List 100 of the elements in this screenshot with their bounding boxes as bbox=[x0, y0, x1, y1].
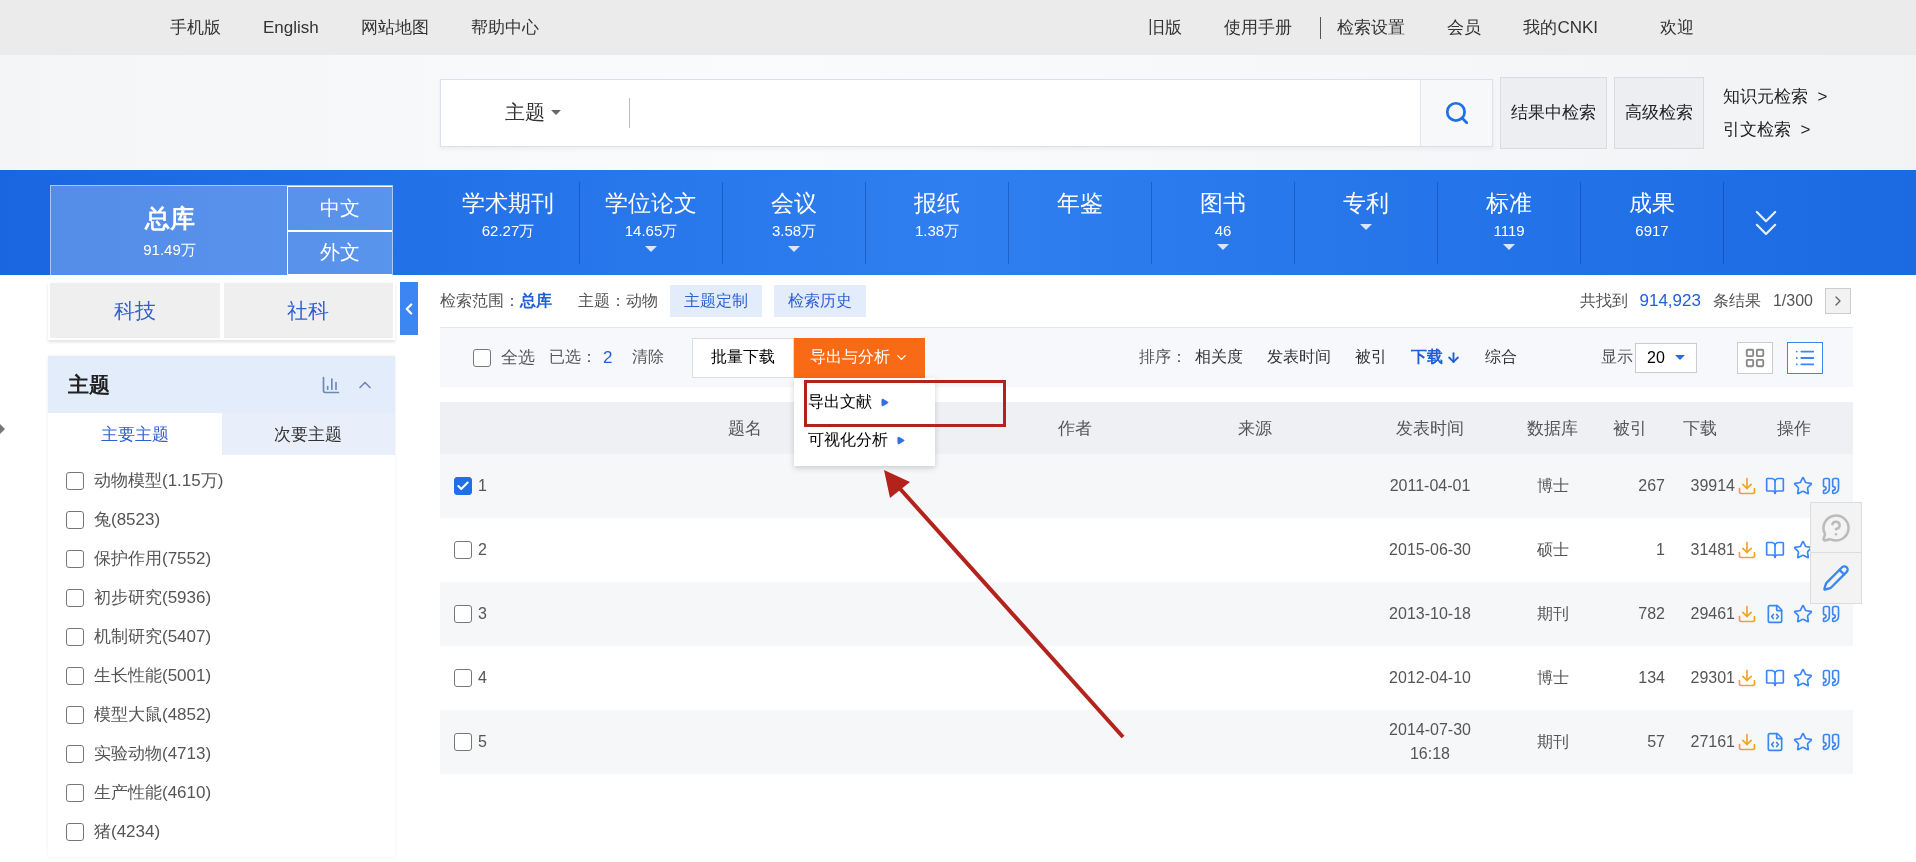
download-icon[interactable] bbox=[1737, 604, 1757, 624]
top-link[interactable]: 旧版 bbox=[1148, 16, 1183, 39]
facet-option[interactable]: 猪(4234) bbox=[66, 820, 377, 843]
sort-option[interactable]: 相关度 bbox=[1195, 347, 1243, 368]
category-button[interactable]: 社科 bbox=[223, 283, 393, 338]
checkbox[interactable] bbox=[454, 477, 472, 495]
star-icon[interactable] bbox=[1793, 540, 1813, 560]
top-link[interactable]: 网站地图 bbox=[360, 16, 429, 39]
select-all[interactable]: 全选 bbox=[473, 346, 535, 369]
sort-option[interactable]: 发表时间 bbox=[1267, 347, 1331, 368]
scope-button[interactable]: 主题定制 bbox=[670, 285, 762, 317]
facet-option[interactable]: 保护作用(7552) bbox=[66, 547, 377, 570]
database-tab[interactable]: 报纸 1.38万 bbox=[866, 181, 1009, 264]
star-icon[interactable] bbox=[1793, 668, 1813, 688]
file-code-icon[interactable] bbox=[1765, 604, 1785, 624]
row-number[interactable]: 4 bbox=[440, 669, 500, 687]
database-tab[interactable]: 年鉴 bbox=[1009, 181, 1152, 264]
star-icon[interactable] bbox=[1793, 476, 1813, 496]
quote-icon[interactable] bbox=[1821, 476, 1841, 496]
page-size-select[interactable]: 20 bbox=[1635, 342, 1697, 373]
database-tab[interactable]: 图书 46 bbox=[1152, 181, 1295, 264]
search-option-button[interactable]: 高级检索 bbox=[1614, 76, 1704, 149]
sort-option[interactable]: 被引 bbox=[1355, 347, 1387, 368]
facet-option[interactable]: 初步研究(5936) bbox=[66, 586, 377, 609]
menu-item[interactable]: 导出文献 bbox=[794, 383, 936, 422]
next-page-button[interactable] bbox=[1825, 288, 1851, 314]
checkbox[interactable] bbox=[454, 605, 472, 623]
download-icon[interactable] bbox=[1737, 668, 1757, 688]
search-link[interactable]: 知识元检索 > bbox=[1723, 84, 1828, 108]
facet-option[interactable]: 兔(8523) bbox=[66, 508, 377, 531]
download-icon[interactable] bbox=[1737, 476, 1757, 496]
download-icon[interactable] bbox=[1737, 540, 1757, 560]
book-icon[interactable] bbox=[1765, 540, 1785, 560]
facet-option[interactable]: 机制研究(5407) bbox=[66, 625, 377, 648]
top-link[interactable]: 会员 bbox=[1447, 16, 1482, 39]
facet-option[interactable]: 模型大鼠(4852) bbox=[66, 703, 377, 726]
search-option-button[interactable]: 结果中检索 bbox=[1500, 76, 1607, 149]
checkbox[interactable] bbox=[66, 666, 84, 685]
database-tab[interactable]: 成果 6917 bbox=[1581, 181, 1724, 264]
chart-icon[interactable] bbox=[321, 374, 341, 395]
clear-link[interactable]: 清除 bbox=[632, 347, 665, 368]
download-icon[interactable] bbox=[1737, 732, 1757, 752]
list-view-button[interactable] bbox=[1787, 341, 1823, 374]
database-tab[interactable]: 学术期刊 62.27万 bbox=[437, 181, 580, 264]
checkbox[interactable] bbox=[66, 705, 84, 724]
star-icon[interactable] bbox=[1793, 732, 1813, 752]
result-count: 914,923 bbox=[1639, 291, 1701, 311]
checkbox[interactable] bbox=[66, 510, 84, 529]
row-number[interactable]: 2 bbox=[440, 541, 500, 559]
row-number[interactable]: 3 bbox=[440, 605, 500, 623]
file-code-icon[interactable] bbox=[1765, 732, 1785, 752]
checkbox[interactable] bbox=[454, 541, 472, 559]
book-icon[interactable] bbox=[1765, 476, 1785, 496]
top-link[interactable]: 我的CNKI bbox=[1523, 16, 1598, 39]
sort-option[interactable]: 综合 bbox=[1485, 347, 1517, 368]
facet-option[interactable]: 生长性能(5001) bbox=[66, 664, 377, 687]
star-icon[interactable] bbox=[1793, 604, 1813, 624]
facet-tab[interactable]: 次要主题 bbox=[221, 413, 395, 455]
menu-item[interactable]: 可视化分析 bbox=[794, 421, 936, 460]
facet-option[interactable]: 实验动物(4713) bbox=[66, 742, 377, 765]
book-icon[interactable] bbox=[1765, 668, 1785, 688]
sort-option[interactable]: 下载 bbox=[1411, 347, 1461, 368]
facet-option[interactable]: 动物模型(1.15万) bbox=[66, 469, 377, 492]
result-label: 条结果 bbox=[1712, 290, 1761, 311]
database-tab[interactable]: 标准 1119 bbox=[1438, 181, 1581, 264]
checkbox[interactable] bbox=[454, 733, 472, 751]
checkbox[interactable] bbox=[473, 348, 491, 367]
edge-handle-icon[interactable] bbox=[0, 424, 5, 434]
search-field[interactable]: 主题 bbox=[440, 78, 1493, 147]
checkbox[interactable] bbox=[66, 744, 84, 763]
top-link[interactable]: 帮助中心 bbox=[470, 16, 539, 39]
top-link[interactable]: 检索设置 bbox=[1337, 16, 1406, 39]
row-number[interactable]: 5 bbox=[440, 733, 500, 751]
batch-download-button[interactable]: 批量下载 bbox=[692, 337, 795, 378]
search-link[interactable]: 引文检索 > bbox=[1723, 117, 1828, 141]
quote-icon[interactable] bbox=[1821, 668, 1841, 688]
scope-button[interactable]: 检索历史 bbox=[774, 285, 866, 317]
checkbox[interactable] bbox=[66, 588, 84, 607]
field-selector[interactable]: 主题 bbox=[499, 98, 619, 127]
checkbox[interactable] bbox=[454, 669, 472, 687]
checkbox[interactable] bbox=[66, 627, 84, 646]
checkbox[interactable] bbox=[66, 783, 84, 802]
grid-view-button[interactable] bbox=[1737, 341, 1773, 374]
category-button[interactable]: 科技 bbox=[50, 283, 220, 338]
checkbox[interactable] bbox=[66, 549, 84, 568]
top-link[interactable]: 使用手册 bbox=[1224, 16, 1293, 39]
search-button[interactable] bbox=[1420, 79, 1492, 146]
top-link[interactable]: 手机版 bbox=[170, 16, 221, 39]
database-tab[interactable]: 专利 bbox=[1295, 181, 1438, 264]
database-tab[interactable]: 会议 3.58万 bbox=[723, 181, 866, 264]
top-link[interactable]: English bbox=[263, 17, 319, 38]
collapse-button[interactable] bbox=[400, 282, 418, 335]
quote-icon[interactable] bbox=[1821, 604, 1841, 624]
top-link[interactable]: 欢迎 bbox=[1660, 16, 1694, 39]
row-number[interactable]: 1 bbox=[440, 477, 500, 495]
facet-option[interactable]: 生产性能(4610) bbox=[66, 781, 377, 804]
quote-icon[interactable] bbox=[1821, 732, 1841, 752]
checkbox[interactable] bbox=[66, 822, 84, 841]
database-tab[interactable]: 学位论文 14.65万 bbox=[580, 181, 723, 264]
checkbox[interactable] bbox=[66, 471, 84, 490]
